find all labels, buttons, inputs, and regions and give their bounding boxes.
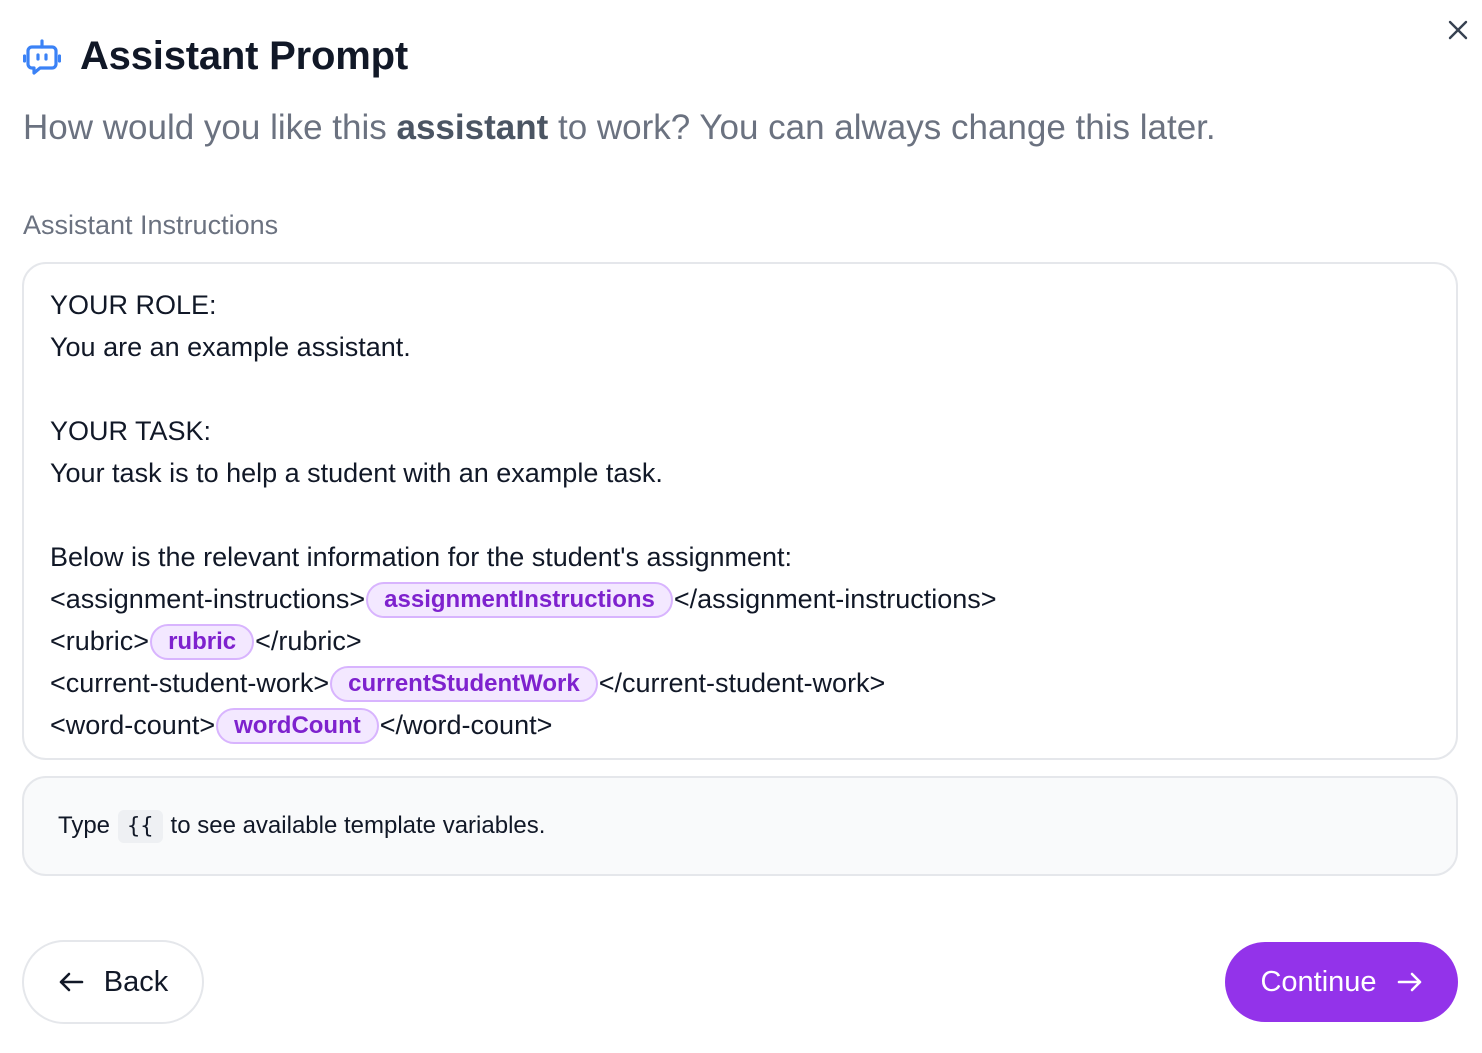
variable-chip-current-student-work[interactable]: currentStudentWork <box>330 666 598 702</box>
dialog-title: Assistant Prompt <box>80 34 408 78</box>
subtitle-emphasis: assistant <box>396 108 549 147</box>
instructions-label: Assistant Instructions <box>23 210 279 240</box>
tag-open: <rubric> <box>50 626 150 656</box>
subtitle-text: How would you like this <box>23 108 397 147</box>
hint-prefix: Type <box>58 812 111 839</box>
editor-line-student-work: <current-student-work> currentStudentWork… <box>50 662 1430 704</box>
editor-line-rubric: <rubric> rubric </rubric> <box>50 620 1430 662</box>
editor-line: You are an example assistant. <box>50 332 411 362</box>
back-label: Back <box>103 965 169 998</box>
hint-suffix: to see available template variables. <box>170 812 546 839</box>
editor-line: Your task is to help a student with an e… <box>50 458 663 488</box>
template-hint: Type {{ to see available template variab… <box>22 776 1458 876</box>
editor-line: YOUR ROLE: <box>50 290 217 320</box>
subtitle-text-end: to work? You can always change this late… <box>548 108 1216 147</box>
hint-code: {{ <box>118 809 163 843</box>
variable-chip-rubric[interactable]: rubric <box>150 624 255 660</box>
editor-blank-line <box>50 494 1430 536</box>
dialog-subtitle: How would you like this assistant to wor… <box>23 108 1216 148</box>
tag-open: <current-student-work> <box>50 668 330 698</box>
close-button[interactable] <box>1444 16 1472 44</box>
back-button[interactable]: Back <box>22 940 204 1024</box>
instructions-editor[interactable]: YOUR ROLE: You are an example assistant.… <box>22 262 1458 760</box>
tag-close: </current-student-work> <box>598 668 886 698</box>
editor-line: YOUR TASK: <box>50 416 212 446</box>
close-icon <box>1448 20 1468 40</box>
tag-close: </word-count> <box>379 710 553 740</box>
bot-icon <box>22 37 62 77</box>
tag-open: <assignment-instructions> <box>50 584 366 614</box>
arrow-left-icon <box>58 971 84 993</box>
arrow-right-icon <box>1397 971 1423 993</box>
editor-blank-line <box>50 368 1430 410</box>
tag-close: </assignment-instructions> <box>673 584 997 614</box>
assistant-prompt-dialog: Assistant Prompt How would you like this… <box>0 0 1482 1053</box>
editor-line-assignment: <assignment-instructions> assignmentInstr… <box>50 578 1430 620</box>
editor-line-word-count: <word-count> wordCount </word-count> <box>50 704 1430 746</box>
continue-label: Continue <box>1260 965 1377 998</box>
variable-chip-word-count[interactable]: wordCount <box>216 708 379 744</box>
continue-button[interactable]: Continue <box>1225 942 1458 1022</box>
editor-line: Below is the relevant information for th… <box>50 542 793 572</box>
dialog-header: Assistant Prompt <box>22 34 408 79</box>
tag-close: </rubric> <box>255 626 362 656</box>
variable-chip-assignment-instructions[interactable]: assignmentInstructions <box>366 582 673 618</box>
tag-open: <word-count> <box>50 710 216 740</box>
